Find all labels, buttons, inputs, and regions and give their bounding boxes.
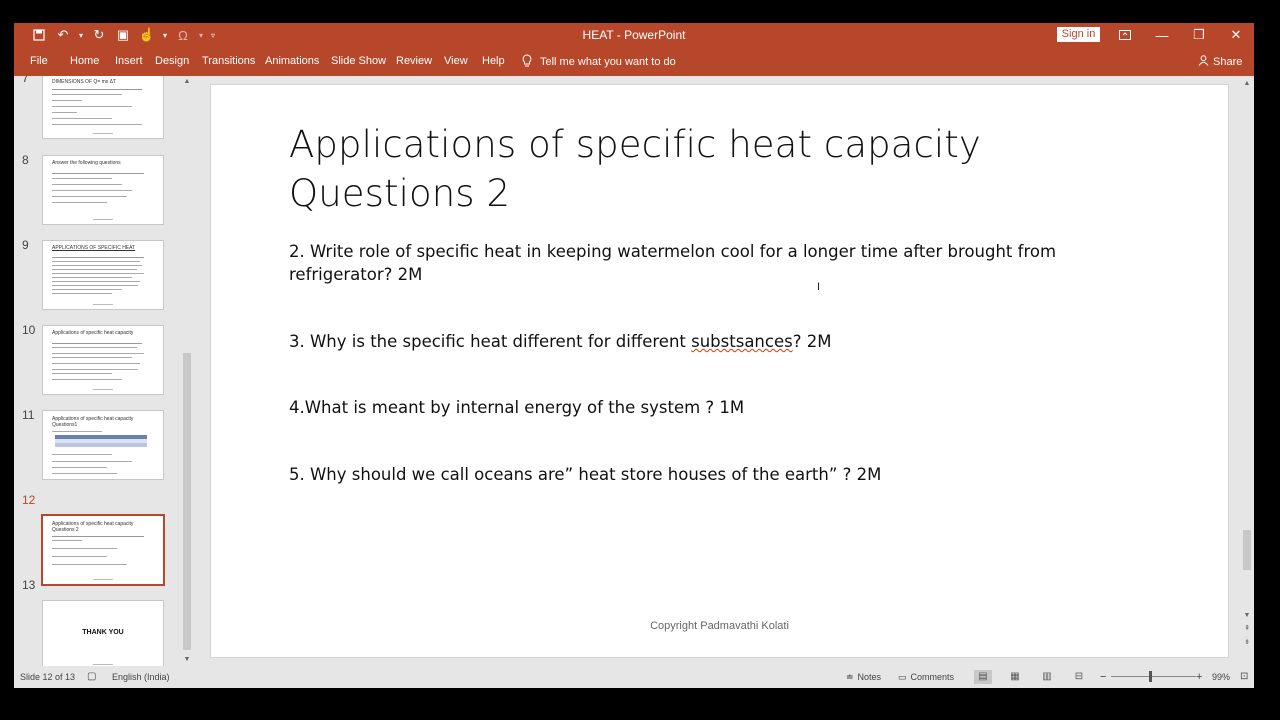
tell-me-search[interactable]: Tell me what you want to do: [522, 47, 676, 76]
slide-thumbnail-13[interactable]: THANK YOU: [42, 600, 164, 666]
slide-thumbnail-11[interactable]: Applications of specific heat capacity Q…: [42, 410, 164, 480]
tab-help[interactable]: Help: [482, 47, 505, 76]
share-label: Share: [1213, 55, 1243, 68]
notes-button[interactable]: ≐ Notes: [846, 666, 881, 688]
comment-icon: ▭: [898, 672, 907, 682]
powerpoint-window: ↶ ▾ ↻ ▣ ☝ ▾ Ω ▾ ▿ HEAT - PowerPoint Sign…: [14, 23, 1254, 688]
slide-thumbnail-12-selected[interactable]: Applications of specific heat capacity Q…: [41, 514, 165, 586]
person-icon: [1198, 54, 1209, 69]
zoom-out-icon[interactable]: −: [1100, 666, 1106, 688]
question-4[interactable]: 4.What is meant by internal energy of th…: [289, 396, 744, 419]
fit-slide-icon[interactable]: ⊡: [1240, 666, 1248, 688]
slide-thumbnail-7[interactable]: DIMENSIONS OF Q= ms ΔT: [42, 76, 164, 139]
tab-design[interactable]: Design: [155, 47, 189, 76]
spelling-check-icon[interactable]: ▢: [87, 666, 96, 688]
zoom-slider-thumb[interactable]: [1149, 671, 1152, 682]
notes-icon: ≐: [846, 672, 854, 682]
redo-icon[interactable]: ↻: [88, 24, 110, 46]
status-bar: Slide 12 of 13 ▢ English (India) ≐ Notes…: [14, 666, 1254, 688]
thumb-number-11: 11: [22, 408, 35, 422]
misspelled-word[interactable]: substsances: [691, 332, 793, 351]
symbol-icon[interactable]: Ω: [172, 24, 194, 46]
slide-canvas[interactable]: Applications of specific heat capacity Q…: [210, 84, 1229, 658]
question-3[interactable]: 3. Why is the specific heat different fo…: [289, 330, 831, 353]
quick-access-toolbar: ↶ ▾ ↻ ▣ ☝ ▾ Ω ▾ ▿: [28, 23, 218, 47]
thumb-number-8: 8: [22, 153, 29, 167]
slide-sorter-view-icon[interactable]: ▦: [1006, 670, 1024, 684]
zoom-slider[interactable]: [1111, 676, 1196, 677]
slide-footer[interactable]: Copyright Padmavathi Kolati: [211, 620, 1228, 632]
save-icon[interactable]: [28, 24, 50, 46]
reading-view-icon[interactable]: ▥: [1038, 670, 1056, 684]
slide-show-view-icon[interactable]: ⊟: [1070, 670, 1088, 684]
close-icon[interactable]: ✕: [1221, 23, 1251, 47]
slide-thumbnail-8[interactable]: Answer the following questions: [42, 155, 164, 225]
scroll-down-icon[interactable]: ▼: [181, 654, 193, 666]
restore-icon[interactable]: ❐: [1184, 23, 1214, 47]
tab-home[interactable]: Home: [70, 47, 99, 76]
slide-thumbnail-10[interactable]: Applications of specific heat capacity: [42, 325, 164, 395]
scrollbar-thumb[interactable]: [1243, 530, 1251, 570]
slide-thumbnail-9[interactable]: APPLICATIONS OF SPECIFIC HEAT: [42, 240, 164, 310]
touch-mode-icon[interactable]: ☝: [136, 24, 158, 46]
thumb-number-12: 12: [22, 493, 36, 507]
zoom-level[interactable]: 99%: [1212, 666, 1230, 688]
question-2[interactable]: 2. Write role of specific heat in keepin…: [289, 240, 1056, 286]
tab-review[interactable]: Review: [396, 47, 432, 76]
slide-scrollbar[interactable]: ▲ ▼ ⇞ ⇟: [1240, 76, 1254, 666]
scroll-down-icon[interactable]: ▼: [1241, 610, 1253, 622]
slide-counter: Slide 12 of 13: [20, 672, 76, 682]
thumbnail-scrollbar[interactable]: ▲ ▼: [181, 76, 193, 666]
symbol-dropdown-icon[interactable]: ▾: [196, 24, 206, 46]
ribbon-tabs: File Home Insert Design Transitions Anim…: [14, 47, 1254, 76]
tab-view[interactable]: View: [444, 47, 468, 76]
share-button[interactable]: Share: [1198, 47, 1242, 76]
touch-dropdown-icon[interactable]: ▾: [160, 24, 170, 46]
thumb-number-10: 10: [22, 323, 36, 337]
tell-me-label: Tell me what you want to do: [540, 55, 676, 68]
previous-slide-icon[interactable]: ⇞: [1241, 624, 1253, 636]
scroll-up-icon[interactable]: ▲: [1241, 78, 1253, 90]
undo-dropdown-icon[interactable]: ▾: [76, 24, 86, 46]
minimize-icon[interactable]: —: [1147, 23, 1177, 47]
thumb-table: [55, 435, 147, 447]
scrollbar-thumb[interactable]: [183, 353, 191, 650]
tab-insert[interactable]: Insert: [115, 47, 143, 76]
thumb-number-7: 7: [22, 76, 29, 85]
thumb-number-13: 13: [22, 578, 36, 592]
zoom-in-icon[interactable]: +: [1196, 666, 1202, 688]
slide-thumbnail-pane: 7 DIMENSIONS OF Q= ms ΔT 8 Answer the fo…: [14, 76, 194, 666]
scroll-up-icon[interactable]: ▲: [181, 76, 193, 88]
question-5[interactable]: 5. Why should we call oceans are” heat s…: [289, 463, 881, 486]
ribbon-display-options-icon[interactable]: [1110, 23, 1140, 47]
text-cursor-icon: I: [817, 281, 821, 293]
tab-file[interactable]: File: [30, 47, 48, 76]
sign-in-button[interactable]: Sign in: [1057, 27, 1100, 42]
language-indicator[interactable]: English (India): [112, 666, 170, 688]
thumb-number-9: 9: [22, 238, 29, 252]
slide-title[interactable]: Applications of specific heat capacity Q…: [289, 120, 1189, 218]
lightbulb-icon: [522, 53, 532, 70]
tab-animations[interactable]: Animations: [265, 47, 319, 76]
tab-transitions[interactable]: Transitions: [202, 47, 255, 76]
title-bar: ↶ ▾ ↻ ▣ ☝ ▾ Ω ▾ ▿ HEAT - PowerPoint Sign…: [14, 23, 1254, 47]
comments-button[interactable]: ▭ Comments: [898, 666, 954, 688]
undo-icon[interactable]: ↶: [52, 24, 74, 46]
customize-toolbar-icon[interactable]: ▿: [208, 24, 218, 46]
slideshow-from-beginning-icon[interactable]: ▣: [112, 24, 134, 46]
normal-view-icon[interactable]: ▤: [974, 670, 992, 684]
tab-slide-show[interactable]: Slide Show: [331, 47, 386, 76]
next-slide-icon[interactable]: ⇟: [1241, 638, 1253, 650]
